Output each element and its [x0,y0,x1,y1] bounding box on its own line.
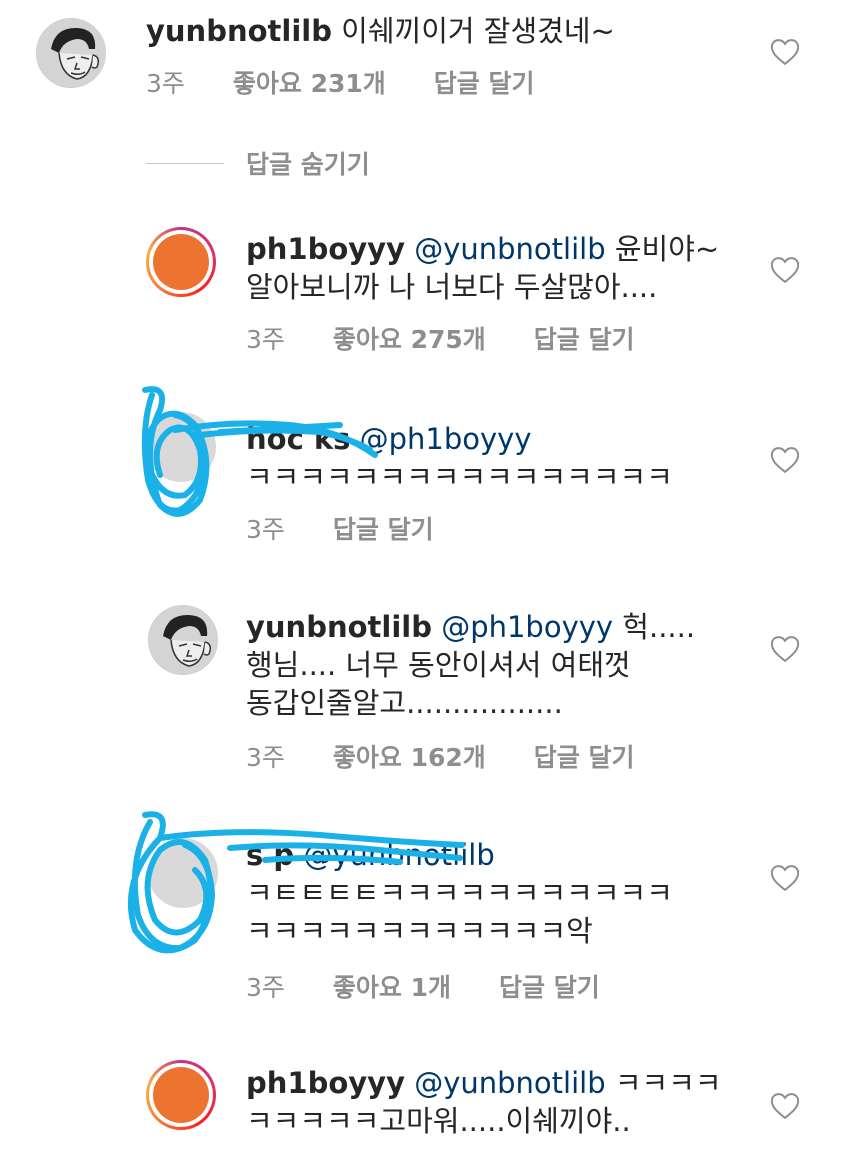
comment-meta: 3주 답글 달기 [246,510,434,546]
comment-likes[interactable]: 좋아요 162개 [333,738,486,774]
comment-text: yunbnotlilb @ph1boyyy 헉..... 행님.... 너무 동… [246,608,746,722]
comment-meta: 3주 좋아요 275개 답글 달기 [246,320,635,356]
comment-username[interactable]: ph1boyyy [246,1066,405,1100]
comment-time: 3주 [246,325,285,354]
comment-likes[interactable]: 좋아요 231개 [233,64,386,100]
comment-time: 3주 [246,973,285,1002]
reply-button[interactable]: 답글 달기 [534,320,635,356]
comment-message: ㅋㅋㅋㅋㅋ고마워.....이쉐끼야.. [246,1104,631,1138]
sketch-face-icon [149,606,217,674]
comment-username[interactable]: s p [246,838,294,872]
comment-message: 알아보니까 나 너보다 두살많아.... [246,270,658,304]
comment-text: ph1boyyy @yunbnotlilb 윤비야~ 알아보니까 나 너보다 두… [246,230,746,306]
comment-message: 행님.... 너무 동안이셔서 여태껏 [246,648,631,682]
divider [146,162,224,164]
comment-time: 3주 [246,515,285,544]
comment-text: s p @yunbnotlilb ㅋㅌㅌㅌㅌㅋㅋㅋㅋㅋㅋㅋㅋㅋㅋㅋ ㅋㅋㅋㅋㅋㅋ… [246,836,746,950]
comment-meta: 3주 좋아요 162개 답글 달기 [246,738,635,774]
reply-button[interactable]: 답글 달기 [534,738,635,774]
heart-outline-icon[interactable] [770,635,800,663]
comment-likes[interactable]: 좋아요 1개 [333,968,451,1004]
mention-link[interactable]: @yunbnotlilb [414,232,605,266]
comment-time: 3주 [246,743,285,772]
mention-link[interactable]: @ph1boyyy [441,610,613,644]
sketch-face-icon [37,19,105,87]
comment-text: hoc ks @ph1boyyy ㅋㅋㅋㅋㅋㅋㅋㅋㅋㅋㅋㅋㅋㅋㅋㅋ [246,420,746,496]
heart-outline-icon[interactable] [770,256,800,284]
comment-message: 동갑인줄알고................. [246,686,563,720]
comment-message: ㅋㅋㅋㅋㅋㅋㅋㅋㅋㅋㅋㅋ악 [246,914,593,948]
reply-button[interactable]: 답글 달기 [499,968,600,1004]
heart-outline-icon[interactable] [770,446,800,474]
reply-button[interactable]: 답글 달기 [333,510,434,546]
mention-link[interactable]: @yunbnotlilb [303,838,494,872]
comment-message: ㅋㅋㅋㅋ [605,1066,722,1100]
comment-time: 3주 [146,69,185,98]
avatar[interactable] [146,412,216,482]
avatar[interactable] [36,18,106,88]
comment-message: ㅋㅌㅌㅌㅌㅋㅋㅋㅋㅋㅋㅋㅋㅋㅋㅋ [246,876,673,910]
comment-likes[interactable]: 좋아요 275개 [333,320,486,356]
avatar[interactable] [146,227,216,297]
comment-username[interactable]: yunbnotlilb [246,610,432,644]
heart-outline-icon[interactable] [770,38,800,66]
avatar[interactable] [148,605,218,675]
comment-text: ph1boyyy @yunbnotlilb ㅋㅋㅋㅋ ㅋㅋㅋㅋㅋ고마워.....… [246,1064,746,1140]
comment-message: 윤비야~ [605,232,720,266]
hide-replies-toggle[interactable]: 답글 숨기기 [146,145,370,181]
mention-link[interactable]: @yunbnotlilb [414,1066,605,1100]
comment-username[interactable]: ph1boyyy [246,232,405,266]
reply-button[interactable]: 답글 달기 [434,64,535,100]
avatar[interactable] [148,838,218,908]
comment-message: 헉..... [613,610,696,644]
hide-replies-label[interactable]: 답글 숨기기 [246,145,370,181]
comment-text: yunbnotlilb 이쉐끼이거 잘생겼네~ [146,12,726,50]
comment-username[interactable]: hoc ks [246,422,350,456]
comment-username[interactable]: yunbnotlilb [146,14,332,48]
comment-meta: 3주 좋아요 1개 답글 달기 [246,968,600,1004]
mention-link[interactable]: @ph1boyyy [360,422,532,456]
heart-outline-icon[interactable] [770,864,800,892]
avatar[interactable] [146,1060,216,1130]
comment-meta: 3주 좋아요 231개 답글 달기 [146,64,535,100]
comment-message: ㅋㅋㅋㅋㅋㅋㅋㅋㅋㅋㅋㅋㅋㅋㅋㅋ [246,460,673,494]
heart-outline-icon[interactable] [770,1092,800,1120]
comment-message: 이쉐끼이거 잘생겼네~ [331,14,615,48]
